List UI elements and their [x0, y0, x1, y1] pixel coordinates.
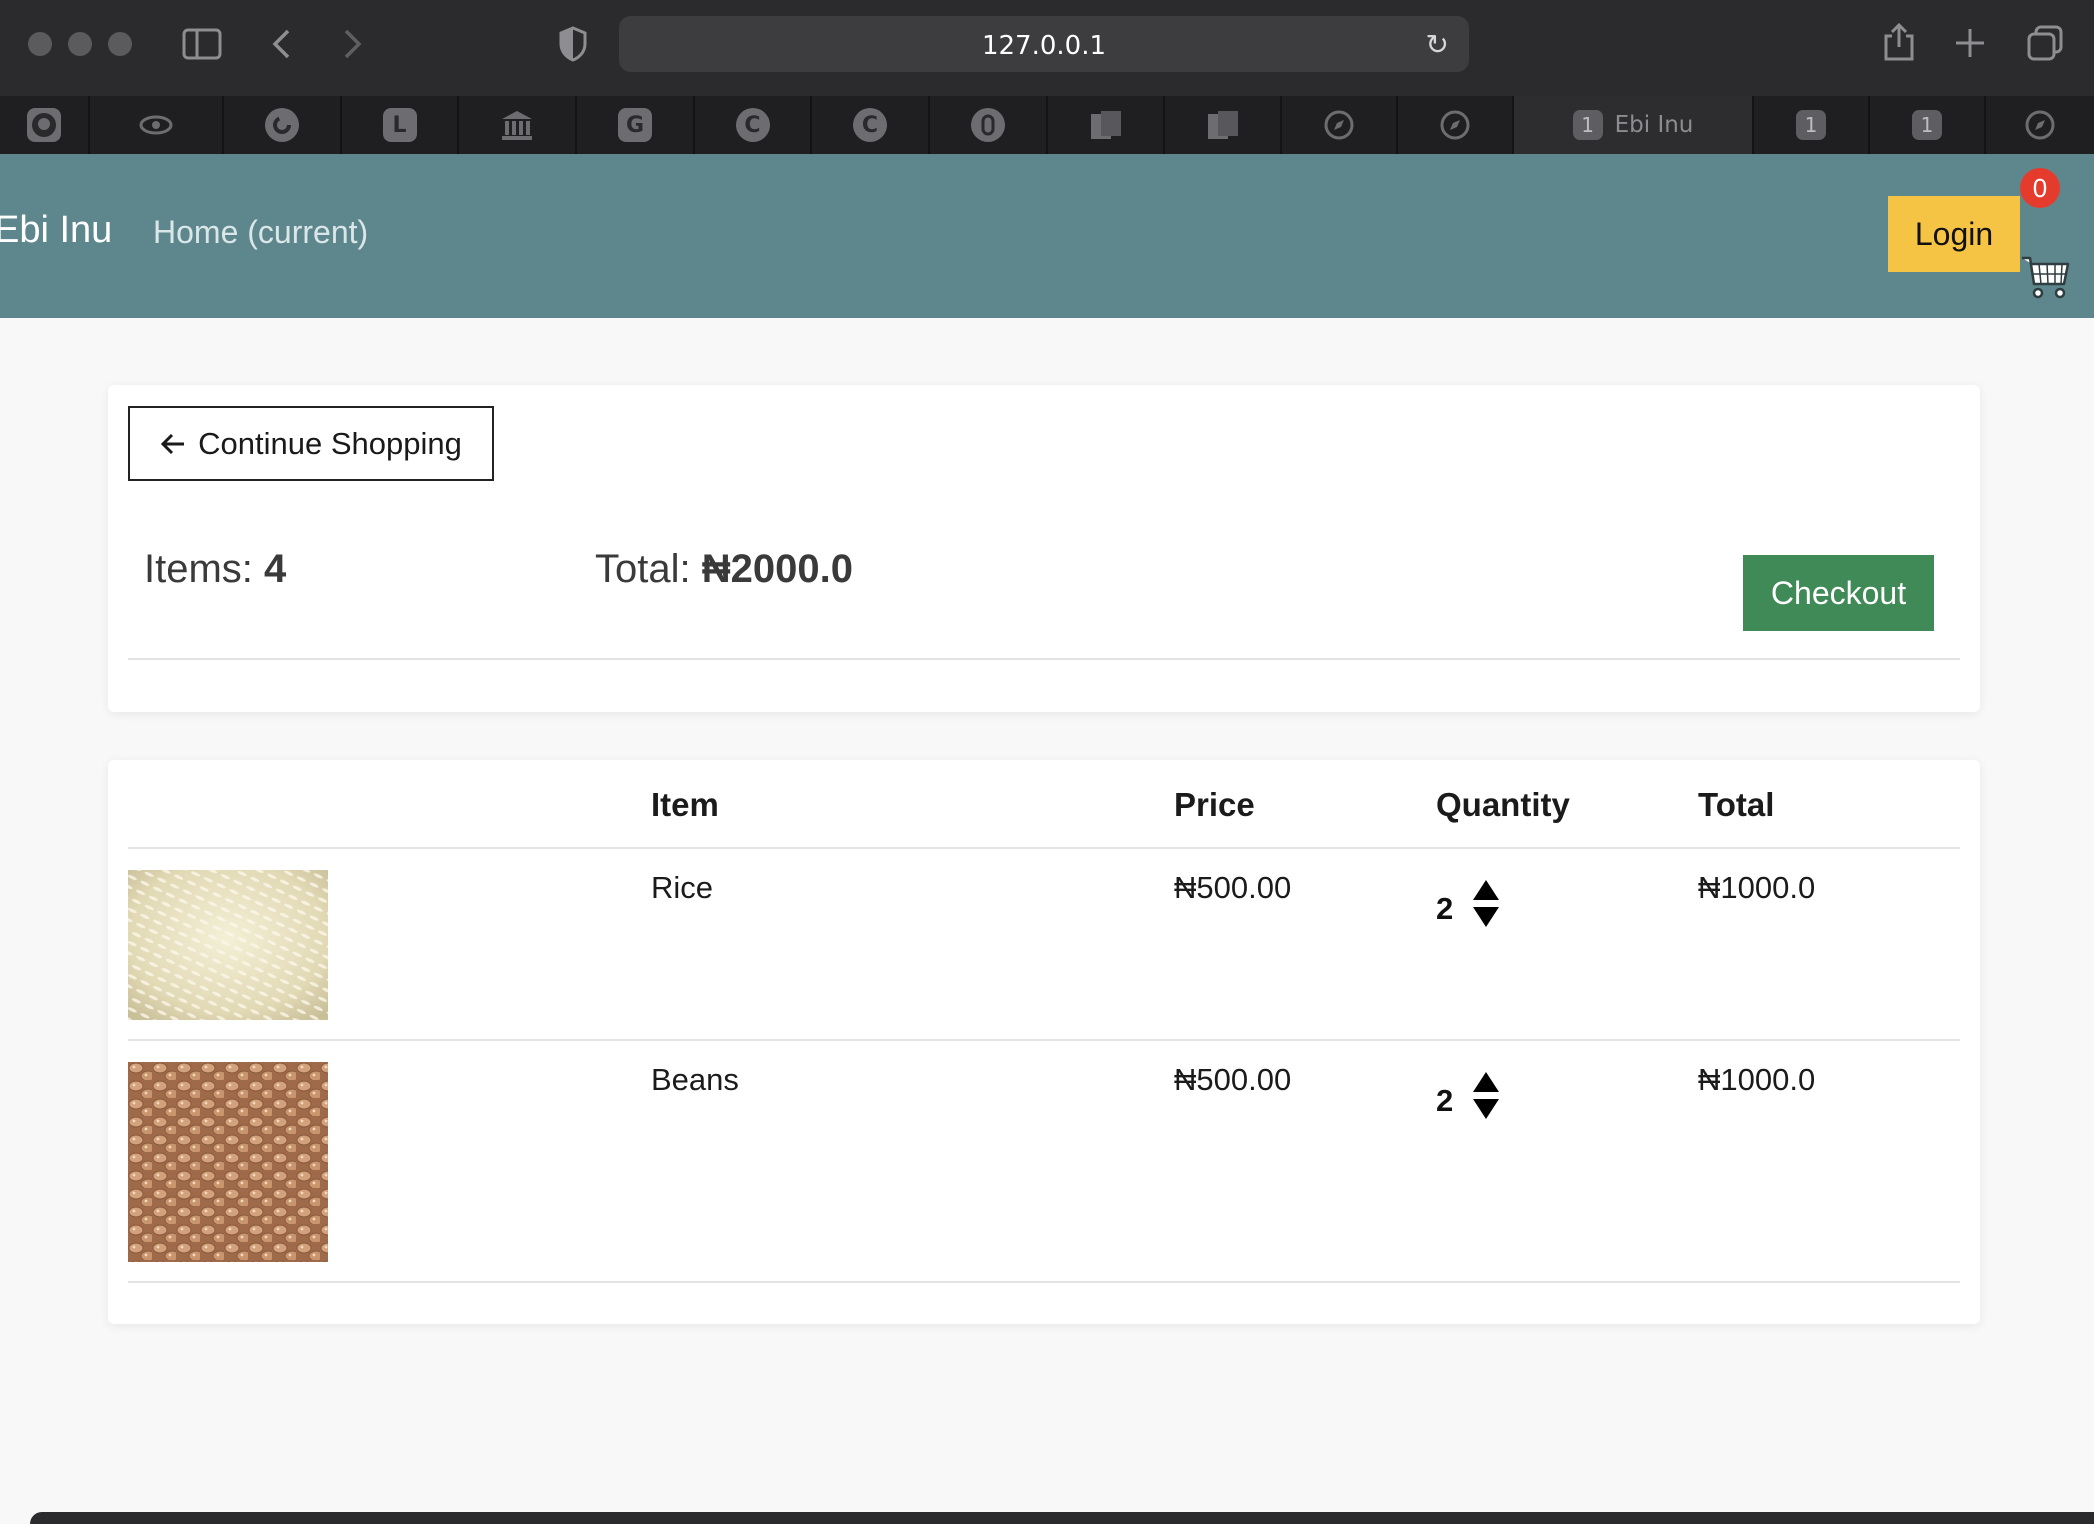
- new-tab-icon[interactable]: [1954, 27, 1986, 59]
- header-divider: [128, 847, 1960, 849]
- item-price: ₦500.00: [1174, 1062, 1292, 1097]
- divider: [128, 658, 1960, 660]
- tab-ebi-inu[interactable]: 1 Ebi Inu: [1514, 96, 1754, 154]
- nav-home-link[interactable]: Home (current): [153, 214, 368, 251]
- clip-icon: [971, 108, 1005, 142]
- items-count-summary: Items: 4: [144, 547, 286, 592]
- compass-icon: [1440, 110, 1470, 140]
- cart-total-summary: Total: ₦2000.0: [595, 547, 853, 592]
- url-text: 127.0.0.1: [981, 31, 1107, 61]
- product-image-rice: [128, 870, 328, 1020]
- swirl-icon: [265, 108, 299, 142]
- table-row: Beans ₦500.00 2 ₦1000.0: [128, 1062, 1960, 1262]
- window-bottom-edge: [30, 1512, 2094, 1524]
- item-total: ₦1000.0: [1698, 1062, 1816, 1097]
- tab-docs-2[interactable]: [1165, 96, 1282, 154]
- tab-compass-1[interactable]: [1282, 96, 1398, 154]
- items-label: Items:: [144, 547, 253, 591]
- items-count-value: 4: [264, 547, 287, 591]
- quantity-increase-icon[interactable]: [1473, 880, 1499, 900]
- cart-items-card: Item Price Quantity Total Rice ₦500.00 2: [108, 760, 1980, 1324]
- tab-number-3[interactable]: 1: [1870, 96, 1986, 154]
- item-total: ₦1000.0: [1698, 870, 1816, 905]
- share-icon[interactable]: [1882, 22, 1916, 62]
- item-quantity: 2: [1436, 891, 1454, 926]
- total-label: Total:: [595, 547, 691, 591]
- table-row: Rice ₦500.00 2 ₦1000.0: [128, 870, 1960, 1020]
- tab-compass-2[interactable]: [1398, 96, 1514, 154]
- github-icon: [27, 108, 61, 142]
- tab-docs-1[interactable]: [1048, 96, 1165, 154]
- letter-l-icon: L: [382, 108, 417, 142]
- brand-link[interactable]: Ebi Inu: [0, 209, 112, 252]
- eye-icon: [139, 115, 173, 135]
- compass-icon: [2025, 110, 2055, 140]
- column-header-quantity: Quantity: [1436, 786, 1570, 823]
- column-header-item: Item: [651, 786, 719, 823]
- tab-compass-3[interactable]: [1986, 96, 2094, 154]
- quantity-increase-icon[interactable]: [1473, 1072, 1499, 1092]
- tab-l[interactable]: L: [342, 96, 459, 154]
- compass-icon: [1324, 110, 1354, 140]
- continue-shopping-button[interactable]: Continue Shopping: [128, 406, 494, 481]
- item-quantity: 2: [1436, 1083, 1454, 1118]
- zoom-window-button[interactable]: [108, 32, 132, 56]
- documents-icon: [1207, 111, 1238, 139]
- item-name: Beans: [651, 1062, 739, 1097]
- arrow-left-icon: [161, 433, 185, 454]
- tab-clip[interactable]: [930, 96, 1048, 154]
- tab-github[interactable]: [0, 96, 90, 154]
- tab-g[interactable]: G: [577, 96, 695, 154]
- quantity-decrease-icon[interactable]: [1473, 1099, 1499, 1119]
- row-divider: [128, 1039, 1960, 1041]
- number-tab-icon: 1: [1572, 110, 1603, 140]
- quantity-decrease-icon[interactable]: [1473, 907, 1499, 927]
- letter-c-icon: C: [853, 108, 887, 142]
- cart-icon[interactable]: [2020, 254, 2070, 300]
- continue-shopping-label: Continue Shopping: [198, 425, 462, 461]
- product-image-beans: [128, 1062, 328, 1262]
- close-window-button[interactable]: [28, 32, 52, 56]
- tab-overview-icon[interactable]: [2026, 24, 2064, 62]
- cart-summary-card: Continue Shopping Items: 4 Total: ₦2000.…: [108, 385, 1980, 712]
- documents-icon: [1090, 111, 1121, 139]
- tab-bar: L G C C 1 Ebi Inu 1 1: [0, 96, 2094, 154]
- sidebar-icon[interactable]: [182, 28, 222, 60]
- cart-count-badge: 0: [2020, 168, 2060, 208]
- browser-titlebar: 127.0.0.1 ↻: [0, 0, 2094, 96]
- checkout-button[interactable]: Checkout: [1743, 555, 1934, 631]
- privacy-shield-icon[interactable]: [558, 26, 588, 62]
- bank-icon: [502, 111, 532, 140]
- tab-c-2[interactable]: C: [812, 96, 930, 154]
- forward-icon[interactable]: [340, 28, 364, 60]
- site-navbar: Ebi Inu Home (current) Login 0: [0, 154, 2094, 318]
- reload-icon[interactable]: ↻: [1426, 28, 1449, 61]
- tab-swirl[interactable]: [224, 96, 342, 154]
- tab-number-2[interactable]: 1: [1754, 96, 1870, 154]
- back-icon[interactable]: [270, 28, 294, 60]
- minimize-window-button[interactable]: [68, 32, 92, 56]
- login-button[interactable]: Login: [1888, 196, 2020, 272]
- tab-bank[interactable]: [459, 96, 577, 154]
- tab-title: Ebi Inu: [1614, 112, 1694, 138]
- address-bar[interactable]: 127.0.0.1 ↻: [619, 16, 1469, 72]
- letter-c-icon: C: [735, 108, 770, 142]
- number-tab-icon: 1: [1796, 110, 1826, 140]
- tab-c-1[interactable]: C: [695, 96, 812, 154]
- table-bottom-divider: [128, 1281, 1960, 1283]
- item-price: ₦500.00: [1174, 870, 1292, 905]
- column-header-total: Total: [1698, 786, 1775, 823]
- number-tab-icon: 1: [1912, 110, 1942, 140]
- tab-eye[interactable]: [90, 96, 224, 154]
- column-header-price: Price: [1174, 786, 1255, 823]
- letter-g-icon: G: [618, 108, 652, 142]
- item-name: Rice: [651, 870, 714, 905]
- total-value: ₦2000.0: [701, 547, 853, 591]
